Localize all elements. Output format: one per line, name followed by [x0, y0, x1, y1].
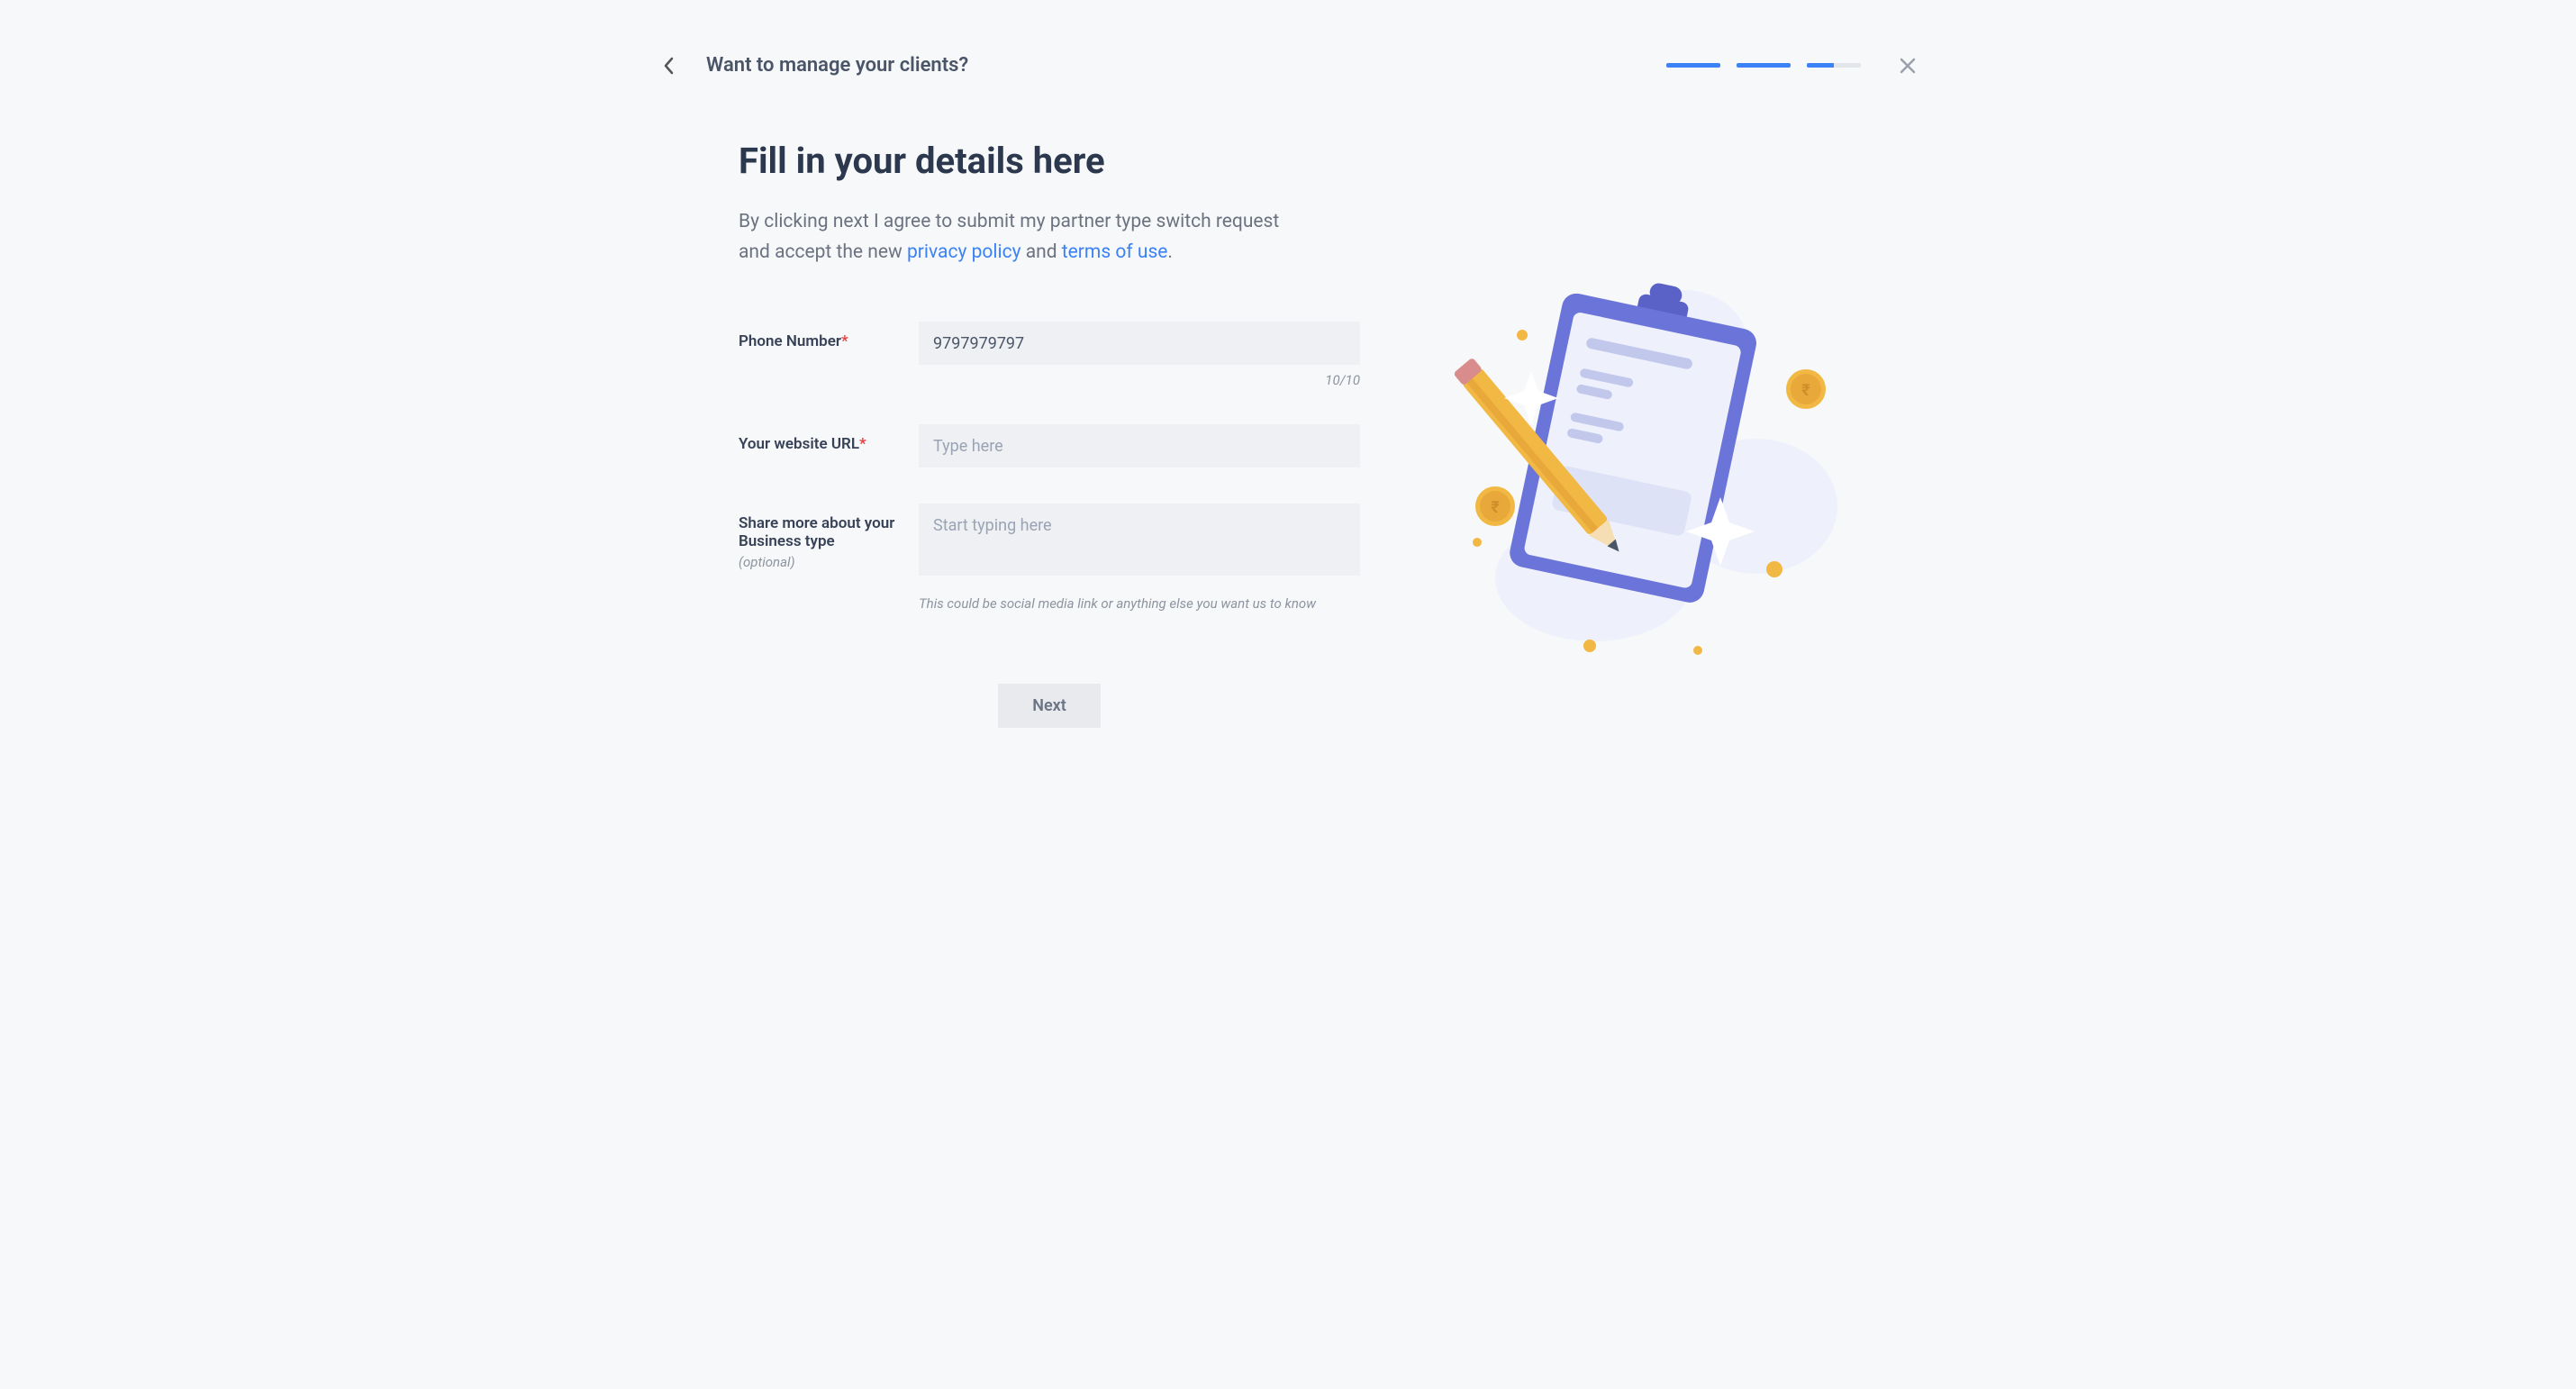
progress-indicator: [1666, 63, 1861, 68]
business-helper-text: This could be social media link or anyth…: [919, 595, 1360, 612]
header-title: Want to manage your clients?: [706, 54, 968, 77]
terms-of-use-link[interactable]: terms of use: [1062, 241, 1168, 263]
phone-label: Phone Number*: [739, 332, 848, 350]
phone-char-counter: 10/10: [919, 372, 1360, 388]
phone-input[interactable]: [919, 322, 1360, 365]
chevron-left-icon: [663, 57, 674, 75]
business-textarea[interactable]: [919, 504, 1360, 576]
progress-step-3: [1807, 63, 1861, 68]
svg-text:₹: ₹: [1491, 498, 1500, 517]
clipboard-illustration: ₹ ₹: [1414, 140, 1846, 728]
close-icon: [1900, 58, 1916, 74]
consent-text: By clicking next I agree to submit my pa…: [739, 207, 1315, 268]
progress-step-1: [1666, 63, 1720, 68]
business-label: Share more about your Business type: [739, 514, 901, 550]
svg-text:₹: ₹: [1801, 381, 1810, 400]
privacy-policy-link[interactable]: privacy policy: [907, 241, 1021, 263]
consent-suffix: .: [1167, 241, 1173, 263]
optional-text: (optional): [739, 554, 901, 570]
back-button[interactable]: [658, 55, 679, 77]
progress-step-2: [1737, 63, 1791, 68]
website-label: Your website URL*: [739, 435, 866, 453]
website-input[interactable]: [919, 424, 1360, 468]
required-mark: *: [841, 332, 848, 350]
required-mark: *: [859, 435, 866, 453]
page-heading: Fill in your details here: [739, 140, 1360, 182]
close-button[interactable]: [1897, 55, 1918, 77]
consent-and: and: [1021, 241, 1062, 263]
next-button[interactable]: Next: [998, 684, 1101, 728]
